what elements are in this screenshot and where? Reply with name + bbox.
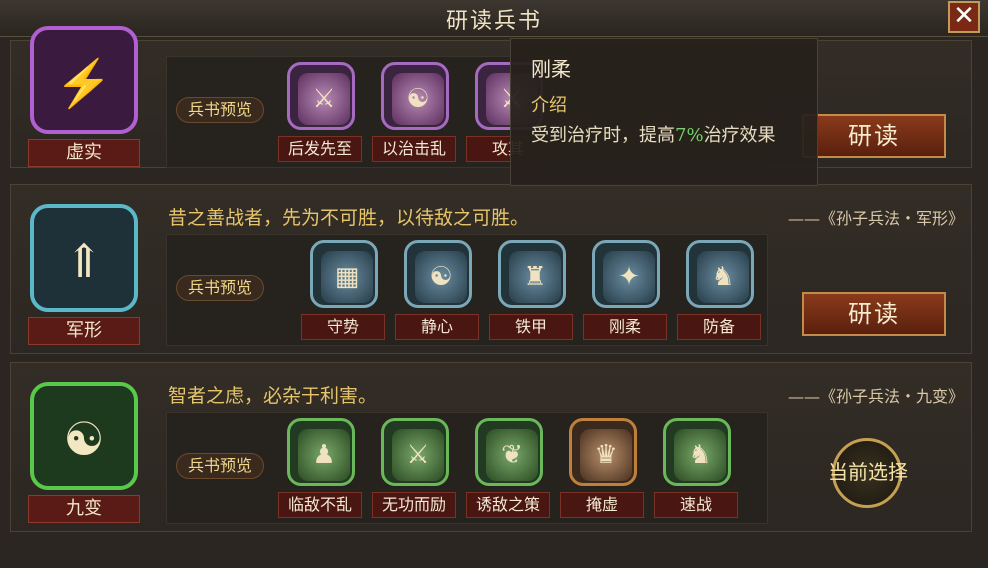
skill-badge: ♞ — [663, 418, 731, 486]
yin-yang-icon: ☯ — [63, 412, 105, 466]
skill-label: 刚柔 — [583, 314, 667, 340]
book-preview-tag[interactable]: 兵书预览 — [176, 275, 264, 301]
skill-badge: ♟ — [287, 418, 355, 486]
study-button-junxing[interactable]: 研读 — [802, 292, 946, 336]
book-quote: 昔之善战者，先为不可胜，以待敌之可胜。 — [168, 207, 530, 229]
book-preview-tag[interactable]: 兵书预览 — [176, 453, 264, 479]
skill-badge: ☯ — [381, 62, 449, 130]
skill-label: 速战 — [654, 492, 738, 518]
skill-badge: ♞ — [686, 240, 754, 308]
close-button[interactable]: ✕ — [948, 1, 980, 33]
book-quote: 智者之虑，必杂于利害。 — [168, 385, 378, 407]
charging-warrior-icon: ♞ — [674, 429, 726, 481]
tooltip-title: 刚柔 — [531, 57, 571, 81]
title-bar: 研读兵书 ✕ — [0, 0, 988, 37]
calm-warrior-icon: ♟ — [298, 429, 350, 481]
tooltip-heading: 介绍 — [531, 95, 567, 116]
skill-tooltip: 刚柔 介绍 受到治疗时，提高7%治疗效果 — [510, 38, 818, 186]
blue-arrows-icon: ⇑ — [64, 234, 104, 288]
window-title: 研读兵书 — [445, 9, 542, 34]
skill-badge: ▦ — [310, 240, 378, 308]
current-selection-label: 当前选择 — [828, 460, 908, 484]
skill-badge: ☯ — [404, 240, 472, 308]
guard-figure-icon: ♞ — [697, 251, 749, 303]
martial-stance-icon: ✦ — [603, 251, 655, 303]
dancer-icon: ☯ — [392, 73, 444, 125]
book-preview-tag[interactable]: 兵书预览 — [176, 97, 264, 123]
raised-sword-icon: ⚔ — [392, 429, 444, 481]
lure-grass-icon: ❦ — [486, 429, 538, 481]
skill-badge: ⚔ — [381, 418, 449, 486]
skill-label: 掩虚 — [560, 492, 644, 518]
skill-label: 铁甲 — [489, 314, 573, 340]
skill-label: 诱敌之策 — [466, 492, 550, 518]
skill-badge: ♜ — [498, 240, 566, 308]
book-source: ——《孙子兵法・军形》 — [787, 209, 964, 228]
jiubian-emblem[interactable]: ☯ — [30, 382, 138, 490]
xushi-emblem[interactable]: ⚡ — [30, 26, 138, 134]
junxing-emblem[interactable]: ⇑ — [30, 204, 138, 312]
skill-label: 防备 — [677, 314, 761, 340]
book-name-jiubian: 九变 — [28, 495, 140, 523]
skill-badge: ❦ — [475, 418, 543, 486]
skill-label: 守势 — [301, 314, 385, 340]
tooltip-desc-before: 受到治疗时，提高 — [531, 125, 675, 146]
meditating-figure-icon: ☯ — [415, 251, 467, 303]
skill-label: 静心 — [395, 314, 479, 340]
skill-badge: ✦ — [592, 240, 660, 308]
skill-badge: ⚔ — [287, 62, 355, 130]
tooltip-desc-value: 7% — [675, 125, 704, 146]
skill-badge: ♛ — [569, 418, 637, 486]
skill-label: 临敌不乱 — [278, 492, 362, 518]
shield-blocks-icon: ▦ — [321, 251, 373, 303]
purple-lightning-icon: ⚡ — [55, 56, 113, 110]
skill-label: 无功而励 — [372, 492, 456, 518]
skill-label: 后发先至 — [278, 136, 362, 162]
tooltip-description: 受到治疗时，提高7%治疗效果 — [531, 121, 807, 151]
book-name-xushi: 虚实 — [28, 139, 140, 167]
book-name-junxing: 军形 — [28, 317, 140, 345]
book-source: ——《孙子兵法・九变》 — [787, 387, 964, 406]
armor-icon: ♜ — [509, 251, 561, 303]
hidden-figure-icon: ♛ — [580, 429, 632, 481]
study-button-xushi[interactable]: 研读 — [802, 114, 946, 158]
spear-warrior-icon: ⚔ — [298, 73, 350, 125]
tooltip-desc-after: 治疗效果 — [703, 125, 776, 146]
skill-label: 以治击乱 — [372, 136, 456, 162]
